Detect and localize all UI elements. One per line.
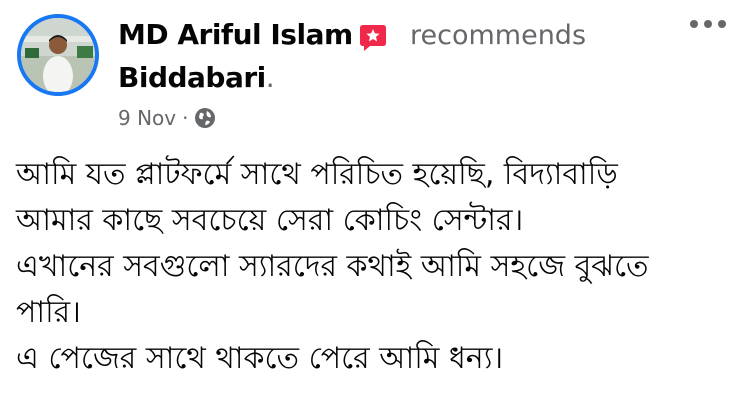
globe-icon[interactable] — [194, 107, 216, 129]
post-text-line: আমার কাছে সবচেয়ে সেরা কোচিং সেন্টার। — [16, 203, 524, 238]
page-name-suffix: . — [265, 61, 275, 94]
page-name[interactable]: Biddabari — [118, 61, 266, 94]
recommendation-post: MD Ariful Islam recommends Biddabari. 9 … — [0, 0, 741, 406]
recommends-label: recommends — [410, 20, 587, 51]
post-body: আমি যত প্লাটফর্মে সাথে পরিচিত হয়েছি, বি… — [16, 152, 731, 382]
avatar[interactable] — [17, 14, 99, 96]
avatar-photo — [21, 18, 95, 92]
author-name[interactable]: MD Ariful Islam — [118, 18, 353, 51]
post-text-line: আমি যত প্লাটফর্মে সাথে পরিচিত হয়েছি, বি… — [16, 157, 618, 192]
post-text-line: পারি। — [16, 295, 81, 330]
post-text-line: এখানের সবগুলো স্যারদের কথাই আমি সহজে বুঝ… — [16, 249, 649, 284]
recommend-badge-icon — [360, 25, 386, 51]
meta-separator: · — [182, 106, 189, 130]
more-dot — [704, 20, 712, 28]
post-date[interactable]: 9 Nov — [118, 106, 176, 130]
post-meta: 9 Nov · — [118, 106, 216, 130]
post-text-line: এ পেজের সাথে থাকতে পেরে আমি ধন্য। — [16, 341, 504, 376]
more-dot — [718, 20, 726, 28]
recommended-page-link[interactable]: Biddabari. — [118, 61, 275, 94]
more-dot — [690, 20, 698, 28]
more-horizontal-icon[interactable] — [690, 12, 726, 36]
